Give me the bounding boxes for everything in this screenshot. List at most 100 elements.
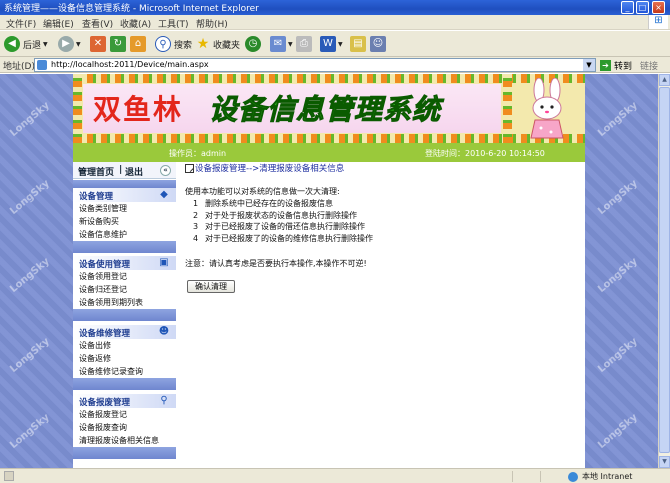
- logout-link[interactable]: 退出: [125, 165, 143, 178]
- watermark: LongSky: [8, 177, 52, 218]
- print-icon: ⎙: [296, 36, 312, 52]
- watermark: LongSky: [596, 177, 640, 218]
- group-header[interactable]: 设备使用管理 ▣: [73, 256, 176, 270]
- info-bar: 操作员：admin 登陆时间：2010-6-20 10:14:50: [73, 143, 585, 162]
- scrap-search-icon: ⚲: [160, 395, 168, 406]
- description-text: 使用本功能可以对系统的信息做一次大清理:: [185, 187, 340, 196]
- favorites-label: 收藏夹: [213, 40, 241, 51]
- address-input[interactable]: http://localhost:2011/Device/main.aspx ▼: [34, 58, 596, 72]
- sidebar-item-repair-records[interactable]: 设备维修记录查询: [73, 365, 176, 378]
- address-url: http://localhost:2011/Device/main.aspx: [51, 60, 209, 69]
- sidebar-item-repair-return[interactable]: 设备返修: [73, 352, 176, 365]
- edit-button[interactable]: W ▼: [320, 34, 343, 54]
- menu-file[interactable]: 文件(F): [6, 17, 36, 30]
- group-header[interactable]: 设备管理 ◆: [73, 188, 176, 202]
- word-edit-icon: W: [320, 36, 336, 52]
- group-device-usage: 设备使用管理 ▣ 设备领用登记 设备归还登记 设备领用到期列表: [73, 256, 176, 321]
- home-button[interactable]: ⌂: [130, 34, 146, 54]
- menu-help[interactable]: 帮助(H): [196, 17, 228, 30]
- stop-icon: ✕: [90, 36, 106, 52]
- menu-view[interactable]: 查看(V): [82, 17, 113, 30]
- carrot-border: [73, 74, 82, 143]
- step-text: 对于已经报废了设备的借还信息执行删除操作: [205, 222, 365, 231]
- mail-icon: ✉: [270, 36, 286, 52]
- maximize-button[interactable]: □: [636, 1, 649, 14]
- scroll-down-icon[interactable]: ▼: [659, 456, 670, 468]
- discuss-button[interactable]: ▤: [350, 34, 366, 54]
- go-label: 转到: [614, 62, 633, 72]
- banner: 双鱼林 设备信息管理系统: [73, 74, 585, 143]
- close-button[interactable]: ×: [652, 1, 665, 14]
- address-label: 地址(D): [3, 62, 35, 72]
- security-zone: 本地 Intranet: [568, 471, 632, 482]
- group-header[interactable]: 设备报废管理 ⚲: [73, 394, 176, 408]
- history-button[interactable]: ◷: [245, 34, 261, 54]
- back-button[interactable]: ◀ 后退 ▼: [4, 34, 48, 54]
- scrollbar-thumb[interactable]: [659, 87, 670, 453]
- group-header[interactable]: 设备维修管理 ☻: [73, 325, 176, 339]
- stop-button[interactable]: ✕: [90, 34, 106, 54]
- messenger-icon: ☺: [370, 36, 386, 52]
- group-band: [73, 309, 176, 321]
- cleanup-steps-list: 1 删除系统中已经存在的设备报废信息 2 对于处于报废状态的设备信息执行删除操作 3…: [193, 198, 373, 244]
- minimize-button[interactable]: _: [621, 1, 634, 14]
- status-divider: [512, 471, 513, 482]
- step-number: 3: [193, 222, 199, 231]
- chevron-down-icon: ▼: [76, 40, 81, 48]
- banner-title-red: 双鱼林: [93, 93, 184, 126]
- group-device-management: 设备管理 ◆ 设备类别管理 新设备购买 设备信息维护: [73, 188, 176, 253]
- back-label: 后退: [23, 40, 42, 51]
- menu-edit[interactable]: 编辑(E): [43, 17, 74, 30]
- sidebar-item-scrap-cleanup[interactable]: 清理报废设备相关信息: [73, 434, 176, 447]
- banner-title-green: 设备信息管理系统: [208, 93, 442, 127]
- home-link[interactable]: 管理首页: [78, 165, 114, 178]
- sidebar-item-scrap-register[interactable]: 设备报废登记: [73, 408, 176, 421]
- sidebar-item-device-return[interactable]: 设备归还登记: [73, 283, 176, 296]
- group-band: [73, 180, 176, 188]
- sidebar-item-device-maintenance[interactable]: 设备信息维护: [73, 228, 176, 241]
- watermark: LongSky: [8, 255, 52, 296]
- sidebar-item-device-borrow[interactable]: 设备领用登记: [73, 270, 176, 283]
- scroll-up-icon[interactable]: ▲: [659, 74, 670, 86]
- refresh-icon: ↻: [110, 36, 126, 52]
- watermark: LongSky: [596, 335, 640, 376]
- sidebar-item-device-category[interactable]: 设备类别管理: [73, 202, 176, 215]
- toolbar: ◀ 后退 ▼ ▶ ▼ ✕ ↻ ⌂ ⚲ 搜索 ★ 收藏夹 ◷ ✉ ▼ ⎙ W ▼ …: [0, 31, 670, 57]
- links-button[interactable]: 链接: [640, 59, 658, 72]
- usage-icon: ▣: [159, 257, 169, 268]
- group-title: 设备使用管理: [79, 260, 131, 270]
- step-text: 对于已经报废了的设备的维修信息执行删除操作: [205, 233, 373, 243]
- confirm-cleanup-button[interactable]: 确认清理: [187, 280, 235, 293]
- mail-button[interactable]: ✉ ▼: [270, 34, 293, 54]
- search-button[interactable]: ⚲ 搜索: [155, 34, 192, 54]
- back-arrow-icon: ◀: [4, 36, 20, 52]
- favorites-button[interactable]: ★ 收藏夹: [195, 34, 240, 54]
- step-number: 1: [193, 199, 199, 208]
- watermark: LongSky: [596, 255, 640, 296]
- refresh-button[interactable]: ↻: [110, 34, 126, 54]
- forward-button[interactable]: ▶ ▼: [58, 34, 81, 54]
- sidebar-item-scrap-query[interactable]: 设备报废查询: [73, 421, 176, 434]
- menu-favorites[interactable]: 收藏(A): [120, 17, 151, 30]
- go-button[interactable]: ➔ 转到: [600, 59, 632, 72]
- intranet-globe-icon: [568, 471, 578, 482]
- bunny-mascot-icon: [530, 78, 564, 139]
- messenger-button[interactable]: ☺: [370, 34, 386, 54]
- sidebar-item-borrow-due-list[interactable]: 设备领用到期列表: [73, 296, 176, 309]
- main-content: 设备报废管理-->清理报废设备相关信息 使用本功能可以对系统的信息做一次大清理:…: [185, 162, 580, 468]
- breadcrumb: 设备报废管理-->清理报废设备相关信息: [185, 162, 344, 174]
- menu-bar: 文件(F) 编辑(E) 查看(V) 收藏(A) 工具(T) 帮助(H) ⊞: [0, 15, 670, 30]
- vertical-scrollbar[interactable]: ▲ ▼: [658, 74, 670, 468]
- list-item: 2 对于处于报废状态的设备信息执行删除操作: [193, 210, 373, 222]
- page-icon: [37, 60, 47, 70]
- breadcrumb-link[interactable]: 设备报废管理-->清理报废设备相关信息: [195, 162, 344, 174]
- list-item: 1 删除系统中已经存在的设备报废信息: [193, 198, 373, 210]
- menu-tools[interactable]: 工具(T): [158, 17, 189, 30]
- sidebar-item-new-device-purchase[interactable]: 新设备购买: [73, 215, 176, 228]
- print-button[interactable]: ⎙: [296, 34, 312, 54]
- go-arrow-icon: ➔: [600, 60, 611, 71]
- history-icon: ◷: [245, 36, 261, 52]
- collapse-sidebar-icon[interactable]: «: [160, 165, 171, 176]
- sidebar-item-repair-out[interactable]: 设备出修: [73, 339, 176, 352]
- address-dropdown-icon[interactable]: ▼: [583, 59, 595, 71]
